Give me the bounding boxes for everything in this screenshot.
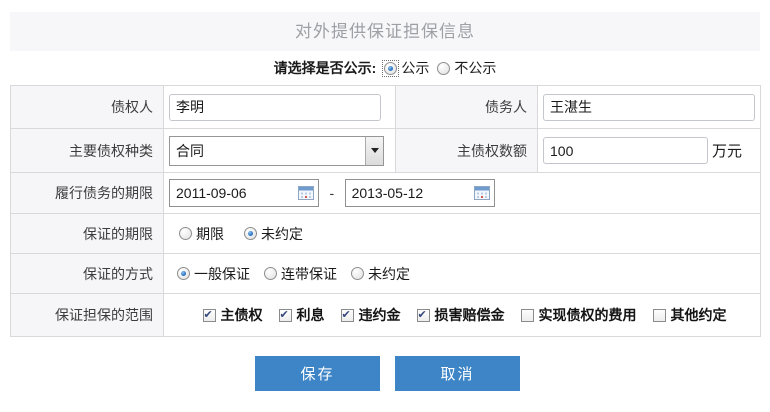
radio-unagreed-period-label: 未约定 [261,224,303,244]
end-date-field [345,179,495,207]
start-date-field [169,179,319,207]
radio-unagreed-method-icon[interactable] [351,267,364,280]
radio-option-not-public[interactable]: 不公示 [437,58,496,78]
checkbox-penalty-icon[interactable] [341,309,354,322]
table-row: 履行债务的期限 - [11,173,761,214]
radio-unagreed-method-label: 未约定 [368,264,410,284]
radio-fixed-period-label: 期限 [196,224,224,244]
creditor-input[interactable] [169,94,381,121]
checkbox-option-other-agreements[interactable]: 其他约定 [653,305,727,325]
creditor-label: 债权人 [11,86,164,129]
radio-general-guarantee-icon[interactable] [177,267,190,280]
end-date-input[interactable] [345,179,495,207]
checkbox-principal-debt-icon[interactable] [203,309,216,322]
radio-fixed-period-icon[interactable] [179,227,192,240]
cancel-button[interactable]: 取消 [395,356,520,391]
table-row: 债权人 债务人 [11,86,761,129]
select-dropdown-button[interactable] [365,137,383,165]
start-date-input[interactable] [169,179,319,207]
radio-option-fixed-period[interactable]: 期限 [179,224,224,244]
radio-public-icon[interactable] [384,62,397,75]
radio-option-joint-guarantee[interactable]: 连带保证 [264,264,337,284]
chevron-down-icon [371,148,379,153]
radio-option-public[interactable]: 公示 [384,58,429,78]
checkbox-damages-label: 损害赔偿金 [435,305,505,325]
table-row: 保证担保的范围 主债权 利息 违约金 [11,294,761,337]
guarantee-method-label: 保证的方式 [11,254,164,294]
radio-not-public-label: 不公示 [454,58,496,78]
radio-option-general-guarantee[interactable]: 一般保证 [177,264,250,284]
page-title: 对外提供保证担保信息 [295,22,475,41]
guarantee-period-label: 保证的期限 [11,214,164,254]
radio-public-label: 公示 [401,58,429,78]
amount-unit-label: 万元 [712,143,742,160]
radio-option-unagreed-method[interactable]: 未约定 [351,264,410,284]
radio-joint-guarantee-label: 连带保证 [281,264,337,284]
checkbox-realization-costs-icon[interactable] [521,309,534,322]
radio-joint-guarantee-icon[interactable] [264,267,277,280]
date-range-separator: - [329,185,334,201]
publicity-question-label: 请选择是否公示: [274,58,377,78]
radio-general-guarantee-label: 一般保证 [194,264,250,284]
page-header: 对外提供保证担保信息 [10,12,760,51]
radio-option-unagreed-period[interactable]: 未约定 [244,224,303,244]
checkbox-realization-costs-label: 实现债权的费用 [539,305,637,325]
radio-unagreed-period-icon[interactable] [244,227,257,240]
radio-focus-ring [384,62,397,75]
table-row: 保证的方式 一般保证 连带保证 未约定 [11,254,761,294]
checkbox-option-damages[interactable]: 损害赔偿金 [417,305,505,325]
table-row: 主要债权种类 合同 主债权数额 万元 [11,129,761,173]
calendar-icon[interactable] [474,186,490,200]
checkbox-damages-icon[interactable] [417,309,430,322]
checkbox-option-realization-costs[interactable]: 实现债权的费用 [521,305,637,325]
checkbox-option-principal-debt[interactable]: 主债权 [203,305,263,325]
action-buttons-row: 保存 取消 [255,356,770,391]
guarantee-form-table: 债权人 债务人 主要债权种类 合同 主债权数额 万元 履行债务的期限 [10,85,761,337]
guarantee-form-page: 对外提供保证担保信息 请选择是否公示: 公示 不公示 债权人 债务人 主要债权种… [0,0,770,412]
checkbox-interest-icon[interactable] [279,309,292,322]
debtor-input[interactable] [543,94,755,121]
checkbox-option-interest[interactable]: 利息 [279,305,325,325]
debt-amount-input[interactable] [543,137,708,164]
debtor-label: 债务人 [396,86,538,129]
checkbox-penalty-label: 违约金 [359,305,401,325]
debt-type-select[interactable]: 合同 [169,136,384,166]
table-row: 保证的期限 期限 未约定 [11,214,761,254]
debt-amount-label: 主债权数额 [396,129,538,173]
guarantee-scope-label: 保证担保的范围 [11,294,164,337]
checkbox-other-agreements-label: 其他约定 [671,305,727,325]
performance-period-label: 履行债务的期限 [11,173,164,214]
debt-type-label: 主要债权种类 [11,129,164,173]
checkbox-interest-label: 利息 [297,305,325,325]
checkbox-principal-debt-label: 主债权 [221,305,263,325]
debt-type-selected-value: 合同 [170,141,204,161]
checkbox-option-penalty[interactable]: 违约金 [341,305,401,325]
checkbox-other-agreements-icon[interactable] [653,309,666,322]
radio-not-public-icon[interactable] [437,62,450,75]
calendar-icon[interactable] [298,186,314,200]
publicity-choice-row: 请选择是否公示: 公示 不公示 [0,51,770,85]
save-button[interactable]: 保存 [255,356,380,391]
